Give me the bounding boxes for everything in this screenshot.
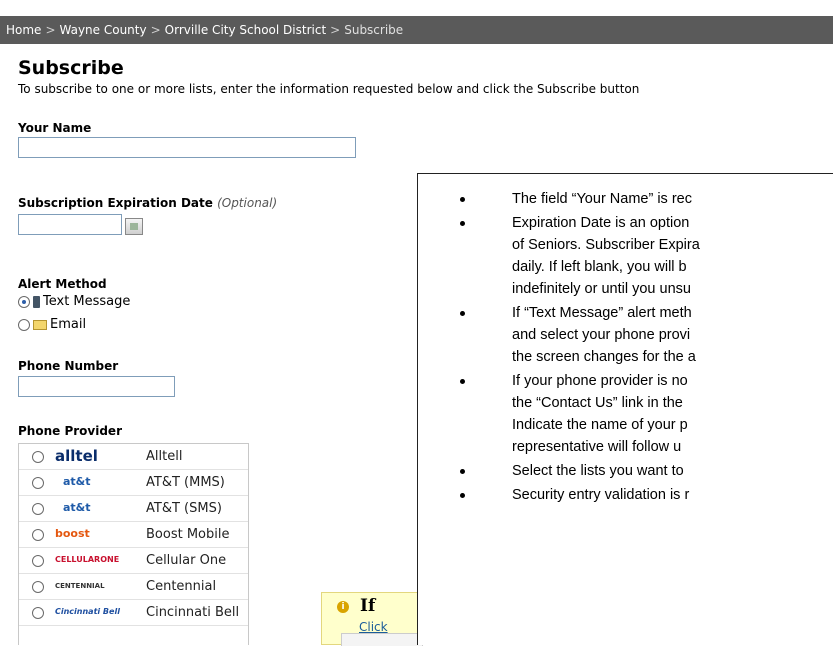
notice-title: If bbox=[360, 596, 376, 616]
gray-panel bbox=[341, 633, 423, 646]
alert-option-text-message[interactable]: Text Message bbox=[18, 294, 130, 309]
alert-option-email[interactable]: Email bbox=[18, 317, 86, 332]
provider-name: Cellular One bbox=[146, 553, 227, 568]
alltel-logo: alltel bbox=[55, 447, 98, 465]
provider-row[interactable]: at&t AT&T (MMS) bbox=[19, 470, 248, 496]
instruction-line: Indicate the name of your p bbox=[512, 417, 688, 433]
instruction-bullet: Security entry validation is r bbox=[418, 484, 833, 506]
breadcrumb-district-link[interactable]: Orrville City School District bbox=[165, 23, 327, 37]
info-icon: i bbox=[337, 601, 349, 613]
notice-link[interactable]: Click bbox=[359, 620, 388, 634]
instruction-line: If your phone provider is no bbox=[512, 373, 688, 389]
breadcrumb-county-link[interactable]: Wayne County bbox=[60, 23, 147, 37]
instruction-line: the “Contact Us” link in the bbox=[512, 395, 683, 411]
provider-radio[interactable] bbox=[32, 477, 44, 489]
centennial-logo: CENTENNIAL bbox=[55, 582, 105, 590]
phone-number-label: Phone Number bbox=[18, 359, 119, 373]
calendar-icon[interactable] bbox=[125, 218, 143, 235]
instruction-line: of Seniors. Subscriber Expira bbox=[512, 237, 700, 253]
instruction-line: indefinitely or until you unsu bbox=[512, 281, 691, 297]
breadcrumb-separator: > bbox=[150, 23, 161, 37]
phone-provider-list: alltel Alltell at&t AT&T (MMS) at&t AT&T… bbox=[18, 443, 249, 645]
provider-radio[interactable] bbox=[32, 503, 44, 515]
provider-radio[interactable] bbox=[32, 555, 44, 567]
instruction-bullet: If your phone provider is no the “Contac… bbox=[418, 370, 833, 458]
instruction-line: representative will follow u bbox=[512, 439, 682, 455]
provider-name: AT&T (MMS) bbox=[146, 475, 225, 490]
provider-radio[interactable] bbox=[32, 581, 44, 593]
provider-row[interactable]: Cincinnati Bell Cincinnati Bell bbox=[19, 600, 248, 626]
provider-row[interactable]: alltel Alltell bbox=[19, 444, 248, 470]
text-message-radio[interactable] bbox=[18, 295, 30, 308]
instructions-list: The field “Your Name” is rec Expiration … bbox=[418, 188, 833, 508]
breadcrumb-separator: > bbox=[45, 23, 56, 37]
instruction-bullet: Expiration Date is an option of Seniors.… bbox=[418, 212, 833, 300]
breadcrumb-current: Subscribe bbox=[344, 23, 404, 37]
boost-logo: boost bbox=[55, 527, 90, 540]
envelope-icon bbox=[33, 319, 47, 330]
cellular-one-logo: CELLULARONE bbox=[55, 555, 120, 564]
email-radio[interactable] bbox=[18, 318, 30, 331]
provider-row[interactable]: at&t AT&T (SMS) bbox=[19, 496, 248, 522]
text-message-label: Text Message bbox=[43, 294, 131, 309]
instruction-line: the screen changes for the a bbox=[512, 349, 696, 365]
page-intro: To subscribe to one or more lists, enter… bbox=[18, 82, 640, 96]
expiration-date-label: Subscription Expiration Date (Optional) bbox=[18, 196, 277, 210]
instruction-line: The field “Your Name” is rec bbox=[512, 191, 692, 207]
instructions-overlay: The field “Your Name” is rec Expiration … bbox=[417, 173, 833, 645]
instruction-bullet: The field “Your Name” is rec bbox=[418, 188, 833, 210]
cincinnati-bell-logo: Cincinnati Bell bbox=[55, 607, 120, 616]
instruction-line: If “Text Message” alert meth bbox=[512, 305, 692, 321]
optional-hint: (Optional) bbox=[217, 196, 278, 210]
provider-radio[interactable] bbox=[32, 451, 44, 463]
att-logo: at&t bbox=[63, 475, 91, 488]
provider-radio[interactable] bbox=[32, 529, 44, 541]
instruction-line: Expiration Date is an option bbox=[512, 215, 690, 231]
email-label: Email bbox=[50, 317, 87, 332]
instruction-bullet: Select the lists you want to bbox=[418, 460, 833, 482]
instruction-line: Security entry validation is r bbox=[512, 487, 690, 503]
breadcrumb: Home > Wayne County > Orrville City School D… bbox=[0, 16, 833, 44]
your-name-input[interactable] bbox=[18, 137, 356, 158]
alert-method-label: Alert Method bbox=[18, 277, 107, 291]
page-title: Subscribe bbox=[18, 57, 124, 79]
provider-name: AT&T (SMS) bbox=[146, 501, 222, 516]
provider-row[interactable]: boost Boost Mobile bbox=[19, 522, 248, 548]
instruction-line: daily. If left blank, you will b bbox=[512, 259, 687, 275]
your-name-label: Your Name bbox=[18, 121, 92, 135]
provider-row[interactable]: CELLULARONE Cellular One bbox=[19, 548, 248, 574]
provider-name: Alltell bbox=[146, 449, 183, 464]
phone-number-input[interactable] bbox=[18, 376, 175, 397]
provider-name: Centennial bbox=[146, 579, 217, 594]
provider-name: Boost Mobile bbox=[146, 527, 230, 542]
instruction-line: and select your phone provi bbox=[512, 327, 691, 343]
instruction-line: Select the lists you want to bbox=[512, 463, 684, 479]
mobile-phone-icon bbox=[33, 295, 40, 308]
expiration-date-input[interactable] bbox=[18, 214, 122, 235]
instruction-bullet: If “Text Message” alert meth and select … bbox=[418, 302, 833, 368]
att-logo: at&t bbox=[63, 501, 91, 514]
phone-provider-label: Phone Provider bbox=[18, 424, 122, 438]
provider-radio[interactable] bbox=[32, 607, 44, 619]
breadcrumb-home-link[interactable]: Home bbox=[6, 23, 41, 37]
provider-row[interactable]: CENTENNIAL Centennial bbox=[19, 574, 248, 600]
provider-name: Cincinnati Bell bbox=[146, 605, 240, 620]
expiration-label-text: Subscription Expiration Date bbox=[18, 196, 213, 210]
breadcrumb-separator: > bbox=[330, 23, 341, 37]
